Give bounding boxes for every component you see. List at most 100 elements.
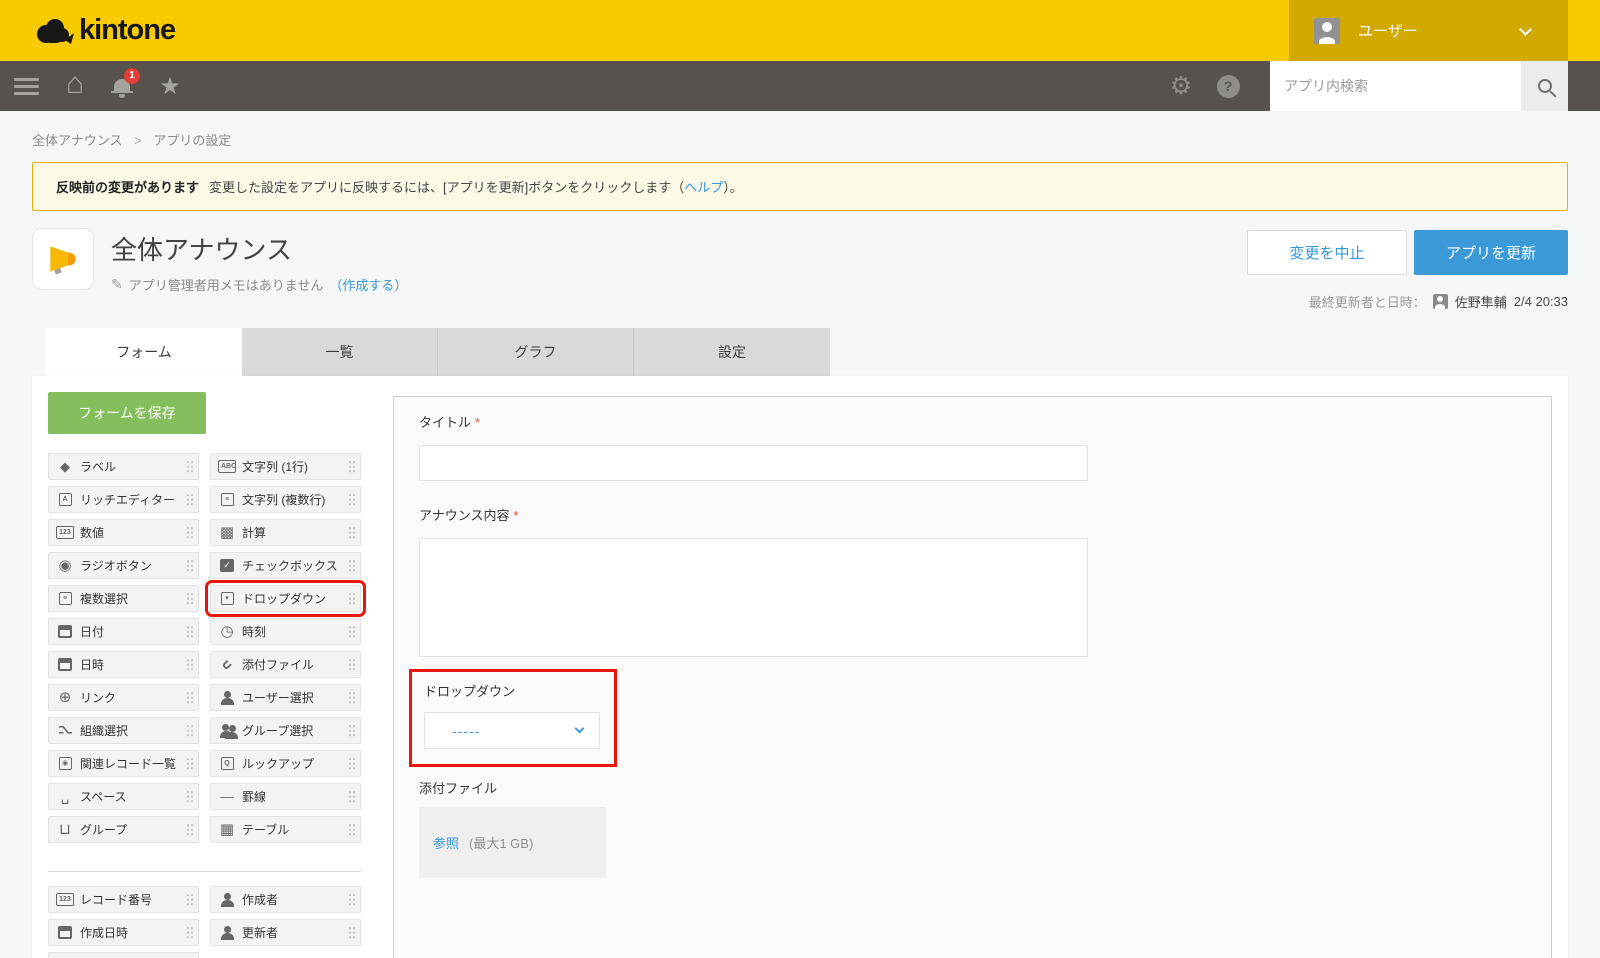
breadcrumb-app-link[interactable]: 全体アナウンス bbox=[32, 133, 122, 148]
chevron-down-icon bbox=[1519, 23, 1532, 36]
update-app-button[interactable]: アプリを更新 bbox=[1414, 230, 1568, 275]
palette-item-space[interactable]: ␣スペース bbox=[48, 783, 199, 810]
drag-handle-icon[interactable] bbox=[186, 559, 194, 572]
drag-handle-icon[interactable] bbox=[186, 625, 194, 638]
drag-handle-icon[interactable] bbox=[186, 823, 194, 836]
palette-item-related-records[interactable]: ◉関連レコード一覧 bbox=[48, 750, 199, 777]
drag-handle-icon[interactable] bbox=[186, 691, 194, 704]
notifications-bell-icon[interactable]: 1 bbox=[98, 61, 146, 111]
palette-item-time[interactable]: ◷時刻 bbox=[210, 618, 361, 645]
tab-settings[interactable]: 設定 bbox=[634, 328, 830, 376]
drag-handle-icon[interactable] bbox=[348, 691, 356, 704]
palette-item-group-box[interactable]: ⊔グループ bbox=[48, 816, 199, 843]
content-field-textarea[interactable] bbox=[419, 538, 1088, 657]
search-button[interactable] bbox=[1521, 61, 1568, 111]
palette-item-multiline[interactable]: ≡文字列 (複数行) bbox=[210, 486, 361, 513]
palette-item-multiselect[interactable]: ≡複数選択 bbox=[48, 585, 199, 612]
tag-icon: ◆ bbox=[56, 460, 74, 473]
palette-item-lookup[interactable]: Qルックアップ bbox=[210, 750, 361, 777]
palette-item-radio[interactable]: ◉ラジオボタン bbox=[48, 552, 199, 579]
create-memo-link[interactable]: （作成する） bbox=[329, 275, 407, 294]
palette-item-org-select[interactable]: ⌥組織選択 bbox=[48, 717, 199, 744]
palette-item-label: チェックボックス bbox=[242, 557, 338, 574]
drag-handle-icon[interactable] bbox=[186, 658, 194, 671]
drag-handle-icon[interactable] bbox=[186, 493, 194, 506]
drag-handle-icon[interactable] bbox=[186, 926, 194, 939]
drag-handle-icon[interactable] bbox=[186, 757, 194, 770]
title-block: 全体アナウンス ✎ アプリ管理者用メモはありません （作成する） bbox=[111, 228, 407, 311]
kintone-logo[interactable]: kintone bbox=[33, 14, 175, 47]
palette-item-label: グループ bbox=[80, 821, 127, 838]
drag-handle-icon[interactable] bbox=[348, 757, 356, 770]
palette-item-group-select[interactable]: グループ選択 bbox=[210, 717, 361, 744]
drag-handle-icon[interactable] bbox=[348, 559, 356, 572]
drag-handle-icon[interactable] bbox=[186, 724, 194, 737]
settings-gear-icon[interactable]: ⚙ bbox=[1158, 61, 1204, 111]
drag-handle-icon[interactable] bbox=[348, 893, 356, 906]
palette-item-checkbox[interactable]: ✓チェックボックス bbox=[210, 552, 361, 579]
palette-item-label: 添付ファイル bbox=[242, 656, 314, 673]
menu-icon[interactable] bbox=[0, 61, 52, 111]
drag-handle-icon[interactable] bbox=[186, 790, 194, 803]
radio-icon: ◉ bbox=[56, 558, 74, 573]
user-menu[interactable]: ユーザー bbox=[1289, 0, 1568, 61]
title-field-input[interactable] bbox=[419, 445, 1088, 481]
discard-changes-button[interactable]: 変更を中止 bbox=[1247, 230, 1407, 275]
text-icon: ABC bbox=[218, 460, 236, 473]
last-updated-datetime: 2/4 20:33 bbox=[1514, 294, 1568, 309]
palette-item-label: 時刻 bbox=[242, 623, 266, 640]
palette-item-creator[interactable]: 作成者 bbox=[210, 886, 361, 913]
drag-handle-icon[interactable] bbox=[348, 625, 356, 638]
navbar: ⌂ 1 ★ ⚙ ? bbox=[0, 61, 1600, 111]
drag-handle-icon[interactable] bbox=[186, 460, 194, 473]
palette-item-user-select[interactable]: ユーザー選択 bbox=[210, 684, 361, 711]
drag-handle-icon[interactable] bbox=[186, 592, 194, 605]
browse-link[interactable]: 参照 bbox=[433, 833, 459, 852]
palette-item-link[interactable]: ⊕リンク bbox=[48, 684, 199, 711]
palette-item-dropdown[interactable]: ▾ドロップダウン bbox=[210, 585, 361, 612]
palette-item-updater[interactable]: 更新者 bbox=[210, 919, 361, 946]
palette-item-created-datetime[interactable]: 作成日時 bbox=[48, 919, 199, 946]
dropdown-field-select[interactable]: ----- bbox=[424, 712, 600, 749]
drag-handle-icon[interactable] bbox=[348, 493, 356, 506]
palette-item-datetime[interactable]: 日時 bbox=[48, 651, 199, 678]
palette-item-text[interactable]: ABC文字列 (1行) bbox=[210, 453, 361, 480]
drag-handle-icon[interactable] bbox=[348, 658, 356, 671]
save-form-button[interactable]: フォームを保存 bbox=[48, 392, 206, 434]
palette-item-table[interactable]: ▦テーブル bbox=[210, 816, 361, 843]
palette-item-date[interactable]: 日付 bbox=[48, 618, 199, 645]
drag-handle-icon[interactable] bbox=[186, 893, 194, 906]
drag-handle-icon[interactable] bbox=[348, 790, 356, 803]
drag-handle-icon[interactable] bbox=[348, 460, 356, 473]
drag-handle-icon[interactable] bbox=[348, 926, 356, 939]
app-search-input[interactable] bbox=[1270, 61, 1521, 111]
palette-item-tag[interactable]: ◆ラベル bbox=[48, 453, 199, 480]
help-icon[interactable]: ? bbox=[1204, 61, 1252, 111]
help-link[interactable]: ヘルプ bbox=[684, 180, 723, 195]
palette-item-calc[interactable]: ▩計算 bbox=[210, 519, 361, 546]
tab-list[interactable]: 一覧 bbox=[242, 328, 438, 376]
home-icon[interactable]: ⌂ bbox=[52, 61, 98, 111]
drag-handle-icon[interactable] bbox=[348, 592, 356, 605]
favorites-star-icon[interactable]: ★ bbox=[146, 61, 194, 111]
form-canvas: タイトル* アナウンス内容* ドロップダウン ----- 添付ファイル 参 bbox=[393, 396, 1552, 958]
tab-graph[interactable]: グラフ bbox=[438, 328, 634, 376]
palette-item-number[interactable]: 123数値 bbox=[48, 519, 199, 546]
group-select-icon bbox=[218, 724, 236, 738]
palette-item-border-line[interactable]: —罫線 bbox=[210, 783, 361, 810]
palette-item-label: リンク bbox=[80, 689, 116, 706]
palette-item-richtext[interactable]: Aリッチエディター bbox=[48, 486, 199, 513]
palette-item-attachment[interactable]: ∪添付ファイル bbox=[210, 651, 361, 678]
file-size-hint: (最大1 GB) bbox=[469, 833, 533, 852]
palette-item-label: 作成日時 bbox=[80, 924, 128, 941]
drag-handle-icon[interactable] bbox=[348, 526, 356, 539]
last-updated-user: 佐野隼輔 bbox=[1455, 292, 1507, 311]
tab-form[interactable]: フォーム bbox=[46, 328, 242, 376]
palette-item-label: 罫線 bbox=[242, 788, 266, 805]
palette-item-label: ユーザー選択 bbox=[242, 689, 314, 706]
drag-handle-icon[interactable] bbox=[348, 823, 356, 836]
palette-item-updated-datetime[interactable]: 更新日時 bbox=[48, 952, 199, 958]
drag-handle-icon[interactable] bbox=[186, 526, 194, 539]
palette-item-record-number[interactable]: 123レコード番号 bbox=[48, 886, 199, 913]
drag-handle-icon[interactable] bbox=[348, 724, 356, 737]
